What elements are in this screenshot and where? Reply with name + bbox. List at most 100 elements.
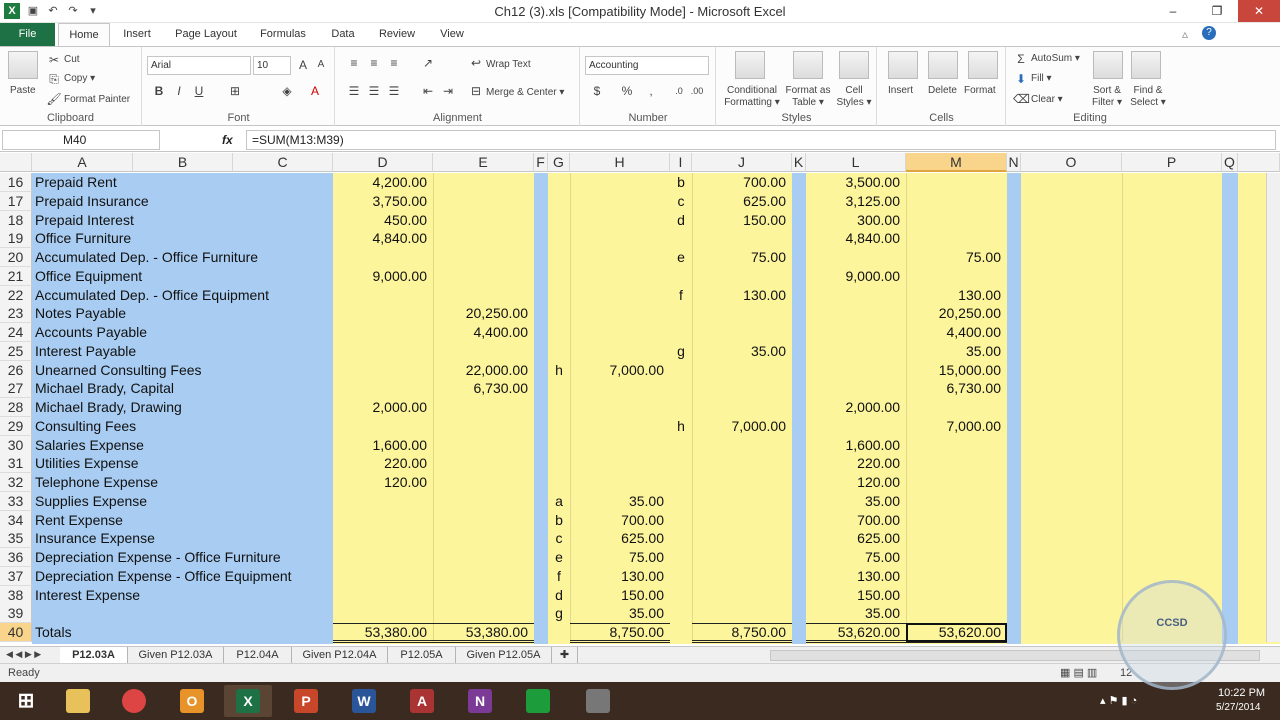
cell-h29[interactable]	[570, 417, 670, 436]
align-right-icon[interactable]: ☰	[386, 83, 402, 99]
tab-file[interactable]: File	[0, 23, 55, 46]
cell-j32[interactable]	[692, 473, 792, 492]
cell-i38[interactable]	[670, 586, 692, 605]
cell-l35[interactable]: 625.00	[806, 529, 906, 548]
cell-d25[interactable]	[333, 342, 433, 361]
delete-cells-button[interactable]: Delete	[928, 85, 957, 96]
cell-e39[interactable]	[433, 604, 534, 623]
fill-color-icon[interactable]: ◈	[279, 83, 295, 99]
cell-m24[interactable]: 4,400.00	[906, 323, 1007, 342]
cell-d34[interactable]	[333, 511, 433, 530]
cell-e20[interactable]	[433, 248, 534, 267]
cell-e24[interactable]: 4,400.00	[433, 323, 534, 342]
cell-m28[interactable]	[906, 398, 1007, 417]
cell-d20[interactable]	[333, 248, 433, 267]
cell-d29[interactable]	[333, 417, 433, 436]
cell-i40[interactable]	[670, 623, 692, 642]
cell-j35[interactable]	[692, 529, 792, 548]
cell-j30[interactable]	[692, 436, 792, 455]
format-painter-button[interactable]: Format Painter	[64, 94, 130, 105]
row-header[interactable]: 25	[0, 341, 32, 361]
tab-review[interactable]: Review	[372, 23, 422, 46]
cell-l24[interactable]	[806, 323, 906, 342]
font-color-icon[interactable]: A	[307, 83, 323, 99]
cell-m39[interactable]	[906, 604, 1007, 623]
cell-h24[interactable]	[570, 323, 670, 342]
cell-i22[interactable]: f	[670, 286, 692, 305]
cell-m25[interactable]: 35.00	[906, 342, 1007, 361]
cell-g23[interactable]	[548, 304, 570, 323]
cell-e33[interactable]	[433, 492, 534, 511]
cell-h35[interactable]: 625.00	[570, 529, 670, 548]
row-header[interactable]: 32	[0, 473, 32, 492]
cell-d32[interactable]: 120.00	[333, 473, 433, 492]
column-header-k[interactable]: K	[792, 153, 806, 172]
clear-button[interactable]: Clear ▾	[1031, 94, 1063, 105]
row-header[interactable]: 18	[0, 210, 32, 230]
cell-g17[interactable]	[548, 192, 570, 211]
cell-a26[interactable]: Unearned Consulting Fees	[32, 361, 332, 380]
sheet-tab-given-p12-04a[interactable]: Given P12.04A	[292, 647, 388, 663]
cell-l16[interactable]: 3,500.00	[806, 173, 906, 192]
decrease-indent-icon[interactable]: ⇤	[420, 83, 436, 99]
cell-i23[interactable]	[670, 304, 692, 323]
cell-h39[interactable]: 35.00	[570, 604, 670, 623]
row-header[interactable]: 23	[0, 304, 32, 324]
taskbar-app[interactable]	[574, 685, 622, 717]
row-header[interactable]: 35	[0, 529, 32, 549]
cell-h21[interactable]	[570, 267, 670, 286]
cell-j28[interactable]	[692, 398, 792, 417]
cell-h28[interactable]	[570, 398, 670, 417]
row-header[interactable]: 28	[0, 398, 32, 417]
sort-filter-button[interactable]: Sort & Filter ▾	[1087, 85, 1127, 109]
cell-l18[interactable]: 300.00	[806, 211, 906, 230]
tab-page-layout[interactable]: Page Layout	[168, 23, 244, 46]
column-header-n[interactable]: N	[1007, 153, 1021, 172]
align-left-icon[interactable]: ☰	[346, 83, 362, 99]
cell-g28[interactable]	[548, 398, 570, 417]
align-top-icon[interactable]: ≡	[346, 55, 362, 71]
cell-m29[interactable]: 7,000.00	[906, 417, 1007, 436]
column-header-j[interactable]: J	[692, 153, 792, 172]
worksheet-grid[interactable]: A B C D E F G H I J K L M N O P Q 16 Prepaid Rent 4,200.00 b…	[0, 153, 1280, 646]
cell-e19[interactable]	[433, 229, 534, 248]
cell-m27[interactable]: 6,730.00	[906, 379, 1007, 398]
cell-d18[interactable]: 450.00	[333, 211, 433, 230]
cell-j37[interactable]	[692, 567, 792, 586]
cell-j17[interactable]: 625.00	[692, 192, 792, 211]
cell-e23[interactable]: 20,250.00	[433, 304, 534, 323]
cell-d21[interactable]: 9,000.00	[333, 267, 433, 286]
cell-g38[interactable]: d	[548, 586, 570, 605]
cell-g30[interactable]	[548, 436, 570, 455]
row-header[interactable]: 38	[0, 585, 32, 605]
wrap-text-button[interactable]: Wrap Text	[486, 59, 531, 70]
taskbar-onenote[interactable]: N	[456, 685, 504, 717]
cell-l30[interactable]: 1,600.00	[806, 436, 906, 455]
cell-a18[interactable]: Prepaid Interest	[32, 211, 332, 230]
cell-i17[interactable]: c	[670, 192, 692, 211]
cell-d39[interactable]	[333, 604, 433, 623]
cell-g31[interactable]	[548, 454, 570, 473]
cell-d19[interactable]: 4,840.00	[333, 229, 433, 248]
cell-m34[interactable]	[906, 511, 1007, 530]
cell-a31[interactable]: Utilities Expense	[32, 454, 332, 473]
cell-m21[interactable]	[906, 267, 1007, 286]
cell-a25[interactable]: Interest Payable	[32, 342, 332, 361]
cell-j19[interactable]	[692, 229, 792, 248]
cell-g22[interactable]	[548, 286, 570, 305]
row-header[interactable]: 20	[0, 248, 32, 267]
insert-function-icon[interactable]: fx	[222, 133, 233, 147]
cell-l28[interactable]: 2,000.00	[806, 398, 906, 417]
format-cells-button[interactable]: Format	[964, 85, 996, 96]
cell-d37[interactable]	[333, 567, 433, 586]
comma-icon[interactable]: ,	[643, 83, 659, 99]
sheet-tab-p12-05a[interactable]: P12.05A	[388, 647, 456, 663]
cell-a22[interactable]: Accumulated Dep. - Office Equipment	[32, 286, 332, 305]
cell-i31[interactable]	[670, 454, 692, 473]
taskbar-outlook[interactable]: O	[168, 685, 216, 717]
taskbar-explorer[interactable]	[54, 685, 102, 717]
cell-i36[interactable]	[670, 548, 692, 567]
cell-h32[interactable]	[570, 473, 670, 492]
tab-insert[interactable]: Insert	[114, 23, 160, 46]
cell-a23[interactable]: Notes Payable	[32, 304, 332, 323]
